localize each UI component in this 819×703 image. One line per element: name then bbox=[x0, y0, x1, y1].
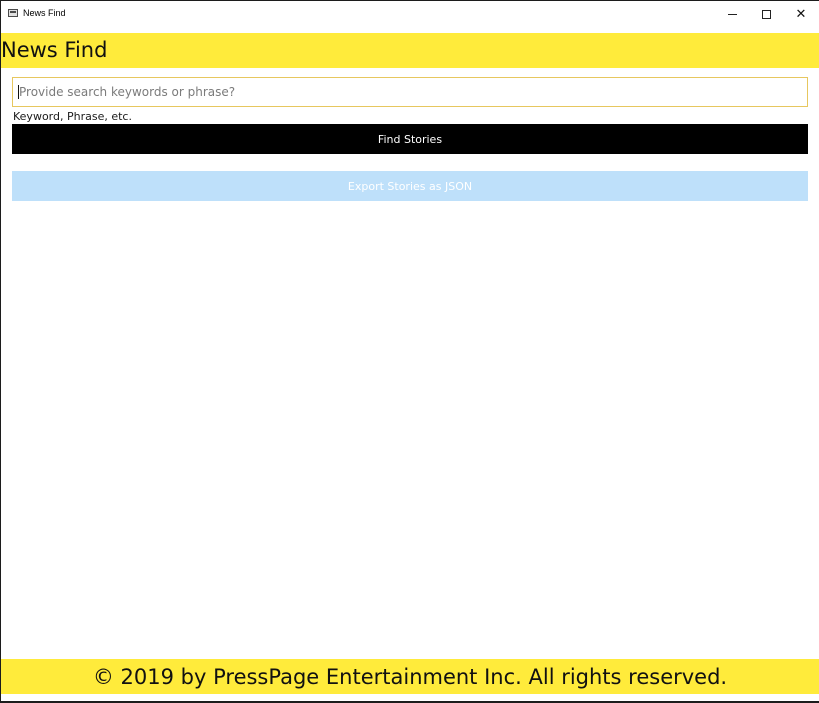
text-caret bbox=[18, 85, 19, 99]
window-title: News Find bbox=[23, 8, 66, 18]
title-bar[interactable]: News Find ✕ bbox=[1, 1, 819, 31]
maximize-button[interactable] bbox=[748, 1, 784, 27]
close-icon: ✕ bbox=[795, 6, 807, 22]
app-header: News Find bbox=[1, 33, 819, 68]
search-input[interactable] bbox=[12, 77, 808, 107]
app-footer: © 2019 by PressPage Entertainment Inc. A… bbox=[1, 659, 819, 694]
find-stories-button[interactable]: Find Stories bbox=[12, 124, 808, 154]
minimize-button[interactable] bbox=[714, 1, 750, 27]
export-json-button[interactable]: Export Stories as JSON bbox=[12, 171, 808, 201]
app-window: News Find ✕ News Find Keyword, Phrase, e… bbox=[0, 0, 819, 703]
maximize-icon bbox=[761, 9, 771, 19]
page-title: News Find bbox=[1, 38, 108, 62]
copyright-text: © 2019 by PressPage Entertainment Inc. A… bbox=[92, 664, 728, 689]
results-area bbox=[1, 201, 819, 659]
minimize-icon bbox=[727, 13, 737, 15]
close-button[interactable]: ✕ bbox=[783, 1, 819, 27]
search-hint-label: Keyword, Phrase, etc. bbox=[13, 110, 132, 123]
app-icon bbox=[8, 9, 18, 17]
